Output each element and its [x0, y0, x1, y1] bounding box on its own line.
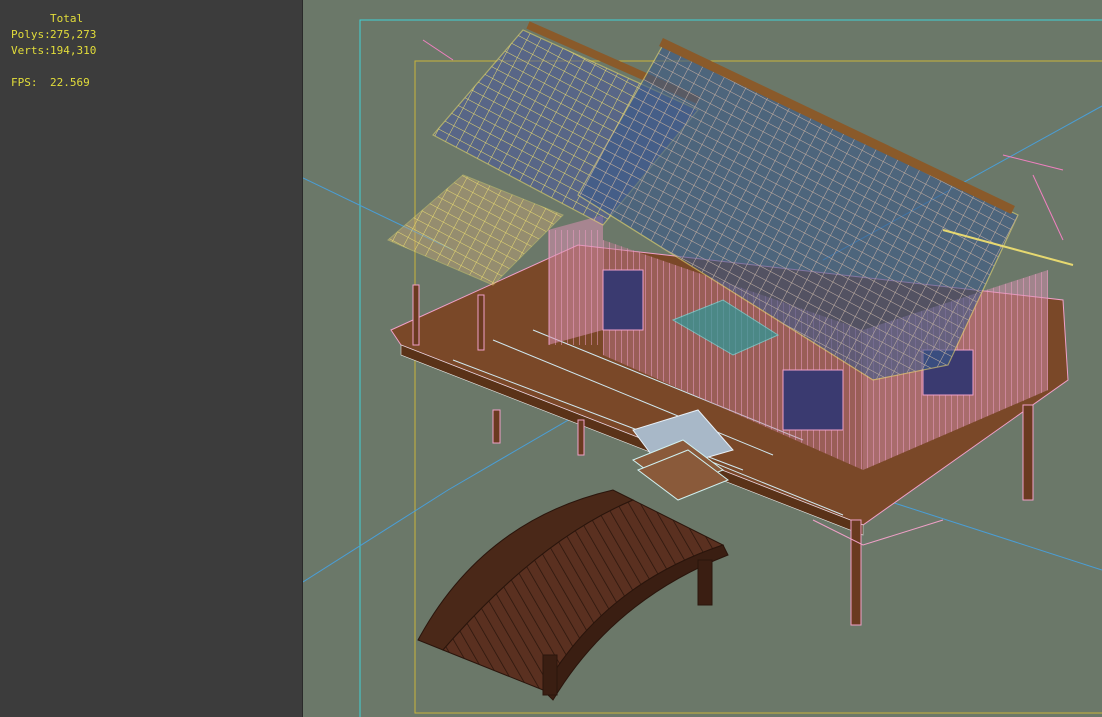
polys-label: Polys: [11, 28, 51, 41]
verts-value: 194,310 [50, 44, 97, 57]
fps-value: 22.569 [50, 76, 90, 89]
stats-total-label: Total [50, 12, 84, 25]
fps-label: FPS: [11, 76, 38, 89]
stats-panel: Total Polys: 275,273 Verts: 194,310 FPS:… [0, 0, 303, 717]
scene-render [303, 19, 1102, 717]
polys-value: 275,273 [50, 28, 97, 41]
verts-label: Verts: [11, 44, 51, 57]
arched-bridge [417, 489, 729, 701]
perspective-viewport[interactable] [303, 0, 1102, 717]
